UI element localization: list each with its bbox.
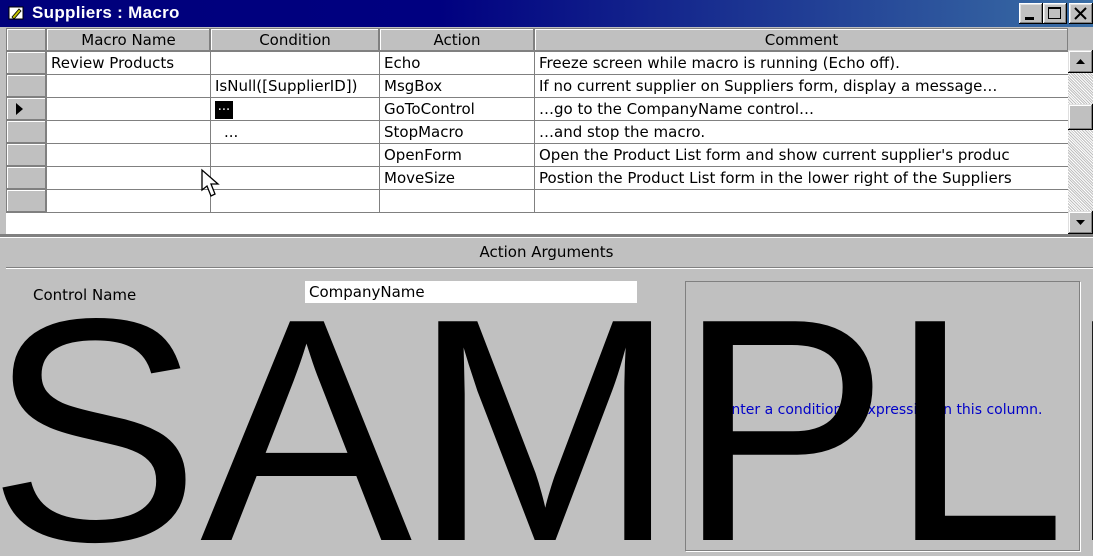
- action-cell[interactable]: MsgBox: [379, 74, 535, 98]
- help-panel: Enter a conditional expression in this c…: [685, 281, 1080, 551]
- minimize-icon: [1025, 17, 1034, 20]
- close-icon: [1074, 7, 1087, 20]
- close-button[interactable]: [1069, 3, 1093, 24]
- comment-cell[interactable]: …go to the CompanyName control…: [534, 97, 1068, 121]
- minimize-button[interactable]: [1019, 3, 1043, 24]
- condition-cell[interactable]: [210, 51, 380, 75]
- column-header-comment[interactable]: Comment: [534, 28, 1068, 52]
- scroll-up-arrow-icon: [1076, 59, 1085, 64]
- row-selector[interactable]: [6, 166, 47, 190]
- record-selector-arrow-icon: [16, 103, 23, 115]
- scroll-down-arrow-icon: [1076, 220, 1085, 225]
- macro-grid: Macro Name Condition Action Comment Revi…: [6, 28, 1068, 234]
- row-selector[interactable]: [6, 143, 47, 167]
- comment-cell[interactable]: Freeze screen while macro is running (Ec…: [534, 51, 1068, 75]
- row-selector[interactable]: [6, 189, 47, 213]
- comment-cell[interactable]: Open the Product List form and show curr…: [534, 143, 1068, 167]
- pane-divider[interactable]: [0, 234, 1093, 238]
- action-cell[interactable]: GoToControl: [379, 97, 535, 121]
- comment-cell[interactable]: If no current supplier on Suppliers form…: [534, 74, 1068, 98]
- maximize-button[interactable]: [1043, 3, 1067, 24]
- scroll-up-button[interactable]: [1068, 50, 1093, 73]
- macro-icon: [8, 6, 24, 20]
- mouse-pointer-icon: [201, 168, 220, 197]
- row-selector[interactable]: [6, 120, 47, 144]
- control-name-field[interactable]: CompanyName: [305, 281, 637, 303]
- macro-name-cell[interactable]: [46, 120, 211, 144]
- condition-cell[interactable]: [210, 143, 380, 167]
- vertical-scrollbar[interactable]: [1068, 50, 1093, 234]
- row-selector[interactable]: [6, 74, 47, 98]
- table-row: ... StopMacro …and stop the macro.: [6, 120, 1068, 144]
- macro-window: Suppliers : Macro Macro Name Condition A…: [0, 0, 1093, 556]
- column-header-action[interactable]: Action: [379, 28, 535, 52]
- table-row: Review Products Echo Freeze screen while…: [6, 51, 1068, 75]
- macro-name-cell[interactable]: [46, 97, 211, 121]
- macro-name-cell[interactable]: [46, 143, 211, 167]
- action-cell[interactable]: [379, 189, 535, 213]
- comment-cell[interactable]: …and stop the macro.: [534, 120, 1068, 144]
- scroll-down-button[interactable]: [1068, 211, 1093, 234]
- action-cell[interactable]: OpenForm: [379, 143, 535, 167]
- corner-selector[interactable]: [6, 28, 47, 52]
- macro-name-cell[interactable]: [46, 189, 211, 213]
- help-text: Enter a conditional expression in this c…: [722, 402, 1043, 418]
- row-selector[interactable]: [6, 51, 47, 75]
- comment-cell[interactable]: Postion the Product List form in the low…: [534, 166, 1068, 190]
- title-bar[interactable]: Suppliers : Macro: [0, 0, 1093, 27]
- condition-cell[interactable]: IsNull([SupplierID]): [210, 74, 380, 98]
- table-row: OpenForm Open the Product List form and …: [6, 143, 1068, 167]
- table-row: [6, 189, 1068, 213]
- maximize-icon: [1048, 7, 1061, 19]
- window-title: Suppliers : Macro: [32, 3, 180, 22]
- condition-ellipsis-selected[interactable]: ...: [215, 100, 233, 119]
- action-cell[interactable]: StopMacro: [379, 120, 535, 144]
- action-cell[interactable]: Echo: [379, 51, 535, 75]
- args-divider: [6, 267, 1093, 269]
- column-header-macro-name[interactable]: Macro Name: [46, 28, 211, 52]
- condition-cell[interactable]: [210, 189, 380, 213]
- condition-cell[interactable]: ...: [210, 120, 380, 144]
- condition-cell[interactable]: [210, 166, 380, 190]
- table-row-current: ... GoToControl …go to the CompanyName c…: [6, 97, 1068, 121]
- row-selector-current[interactable]: [6, 97, 47, 121]
- macro-name-cell[interactable]: [46, 166, 211, 190]
- column-header-condition[interactable]: Condition: [210, 28, 380, 52]
- scroll-thumb[interactable]: [1068, 104, 1093, 130]
- action-cell[interactable]: MoveSize: [379, 166, 535, 190]
- scrollbar-corner: [1068, 28, 1093, 50]
- control-name-label: Control Name: [33, 286, 137, 304]
- action-arguments-header: Action Arguments: [479, 243, 614, 261]
- comment-cell[interactable]: [534, 189, 1068, 213]
- macro-name-cell[interactable]: [46, 74, 211, 98]
- macro-name-cell[interactable]: Review Products: [46, 51, 211, 75]
- grid-header-row: Macro Name Condition Action Comment: [6, 28, 1068, 52]
- table-row: IsNull([SupplierID]) MsgBox If no curren…: [6, 74, 1068, 98]
- condition-cell[interactable]: ...: [210, 97, 380, 121]
- table-row: MoveSize Postion the Product List form i…: [6, 166, 1068, 190]
